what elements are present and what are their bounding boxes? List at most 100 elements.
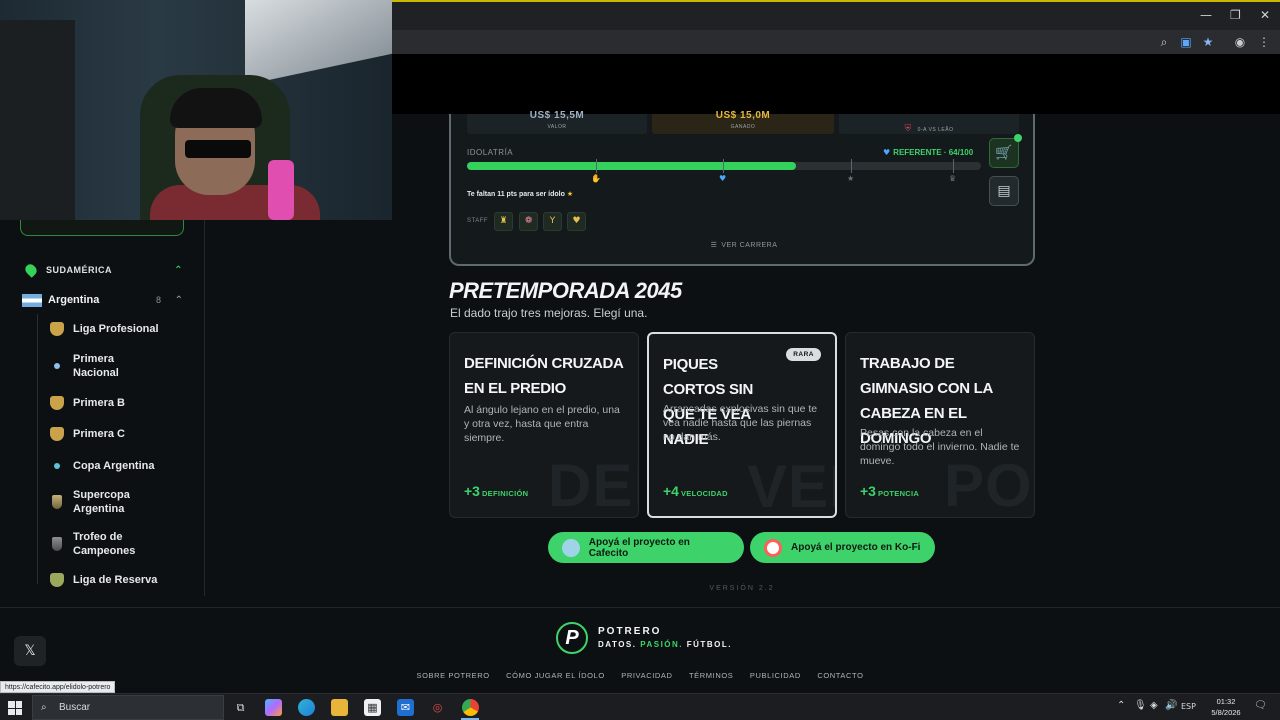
stat-label: 0-A VS LEÃO — [917, 127, 954, 133]
star-icon: ★ — [566, 190, 574, 198]
potrero-logo[interactable]: P — [556, 622, 588, 654]
trophy-icon — [52, 495, 62, 509]
kofi-support-button[interactable]: Apoyá el proyecto en Ko-Fi — [750, 532, 935, 563]
stat-valor: US$ 15,5M VALOR — [467, 110, 647, 134]
sidebar-item-supercopa-argentina[interactable]: Supercopa Argentina — [50, 488, 190, 516]
club-crest-icon: ⛨ — [904, 124, 912, 134]
staff-fitness-icon[interactable]: Y — [543, 212, 562, 231]
x-social-button[interactable]: 𝕏 — [14, 636, 46, 666]
task-view-icon[interactable]: ⧉ — [232, 699, 249, 716]
search-icon: ⌕ — [41, 702, 47, 713]
webcam-microphone — [268, 160, 294, 220]
page-top-band — [392, 54, 1280, 114]
copilot-icon[interactable] — [265, 699, 282, 716]
sidebar-item-liga-profesional[interactable]: Liga Profesional — [50, 322, 190, 336]
edge-icon[interactable] — [298, 699, 315, 716]
argentina-flag-icon — [22, 293, 42, 307]
shop-cart-button[interactable]: 🛒 — [989, 134, 1022, 168]
close-window-button[interactable]: ✕ — [1260, 8, 1270, 22]
network-icon[interactable]: ◈ — [1150, 700, 1158, 711]
webcam-shelf — [0, 20, 75, 220]
clock-date: 5/8/2026 — [1211, 708, 1241, 717]
sidebar-item-copa-argentina[interactable]: Copa Argentina — [50, 459, 190, 473]
upgrade-card-potencia[interactable]: POT TRABAJO DE GIMNASIO CON LA CABEZA EN… — [845, 332, 1035, 518]
cafecito-support-label: Apoyá el proyecto en Cafecito — [588, 536, 690, 559]
idolatria-label: IDOLATRÍA — [467, 148, 514, 157]
windows-taskbar: ⌕ Buscar ⧉ ▦ ✉ ◎ ⌃ 🎙 ◈ 🔊 ESP 01:32 5/8/2… — [0, 693, 1280, 720]
sidebar-item-label: Trofeo de Campeones — [73, 531, 136, 557]
webcam-person-glasses — [185, 140, 251, 158]
card-title: DEFINICIÓN CRUZADA EN EL PREDIO — [464, 355, 624, 397]
sidebar-country-label: Argentina — [48, 294, 100, 306]
menu-icon[interactable]: ⋮ — [1256, 34, 1272, 50]
points-message-text: Te faltan 11 pts para ser ídolo — [467, 191, 565, 198]
taskbar-clock[interactable]: 01:32 5/8/2026 — [1206, 696, 1246, 718]
chevron-up-icon: ⌃ — [174, 294, 183, 306]
footer-link-contacto[interactable]: CONTACTO — [817, 671, 863, 680]
card-stat-label: DEFINICIÓN — [481, 489, 529, 498]
sidebar-region-label: SUDAMÉRICA — [46, 265, 113, 275]
webcam-person-hair — [170, 88, 262, 128]
footer-link-privacidad[interactable]: PRIVACIDAD — [621, 671, 672, 680]
kofi-cup-icon — [764, 538, 782, 557]
file-explorer-icon[interactable] — [331, 699, 348, 716]
cafecito-support-button[interactable]: Apoyá el proyecto en Cafecito — [548, 532, 744, 563]
ver-carrera-label: VER CARRERA — [721, 242, 778, 249]
sidebar-item-label: Primera B — [73, 397, 125, 409]
microphone-icon[interactable]: 🎙 — [1134, 700, 1147, 711]
progress-tick — [851, 159, 852, 173]
pretemporada-subtitle: El dado trajo tres mejoras. Elegí una. — [450, 306, 648, 320]
mail-icon[interactable]: ✉ — [397, 699, 414, 716]
sidebar-country-argentina[interactable]: Argentina 8 ⌃ — [22, 290, 187, 310]
tagline-word: FÚTBOL. — [686, 640, 732, 649]
sidebar-item-primera-nacional[interactable]: Primera Nacional — [50, 352, 190, 380]
ver-carrera-link[interactable]: ☰ VER CARRERA — [451, 241, 1037, 249]
league-dot-icon — [54, 463, 60, 469]
profile-icon[interactable]: ◉ — [1232, 34, 1248, 50]
sidebar-item-label: Primera Nacional — [73, 353, 119, 379]
footer-link-como-jugar[interactable]: CÓMO JUGAR EL ÍDOLO — [506, 671, 605, 680]
league-shield-icon — [50, 396, 64, 410]
stat-value: US$ 15,5M — [529, 110, 585, 121]
volume-icon[interactable]: 🔊 — [1165, 700, 1177, 711]
zoom-icon[interactable]: ⌕ — [1156, 34, 1172, 50]
restore-button[interactable]: ❐ — [1230, 8, 1241, 22]
tray-chevron-icon[interactable]: ⌃ — [1117, 700, 1125, 711]
sidebar-item-primera-c[interactable]: Primera C — [50, 427, 190, 441]
footer-link-sobre[interactable]: SOBRE POTRERO — [416, 671, 489, 680]
footer-link-publicidad[interactable]: PUBLICIDAD — [750, 671, 801, 680]
staff-brain-icon[interactable]: ❁ — [519, 212, 538, 231]
extension-icon[interactable]: ▣ — [1178, 34, 1194, 50]
upgrade-card-definicion[interactable]: DEF DEFINICIÓN CRUZADA EN EL PREDIO Al á… — [449, 332, 639, 518]
bookmark-star-icon[interactable]: ★ — [1200, 34, 1216, 50]
webcam-overlay — [0, 0, 392, 220]
footer-brand: POTRERO — [598, 626, 662, 637]
sidebar-item-trofeo-de-campeones[interactable]: Trofeo de Campeones — [50, 530, 190, 558]
clock-time: 01:32 — [1216, 697, 1236, 706]
staff-heart-icon[interactable]: ♥ — [567, 212, 586, 231]
taskbar-search-placeholder: Buscar — [59, 702, 91, 713]
minimize-button[interactable]: — — [1200, 8, 1212, 22]
card-bonus: +3 — [860, 483, 876, 499]
staff-physio-icon[interactable]: ♜ — [494, 212, 513, 231]
card-stat: +4 VELOCIDAD — [663, 483, 728, 499]
card-stat-label: POTENCIA — [877, 489, 920, 498]
footer-links: SOBRE POTRERO CÓMO JUGAR EL ÍDOLO PRIVAC… — [0, 665, 1280, 683]
language-indicator[interactable]: ESP — [1181, 702, 1196, 711]
notifications-icon[interactable]: 🗨 — [1254, 700, 1267, 711]
stat-label: GANADO — [730, 124, 756, 130]
sidebar-region-sudamerica[interactable]: SUDAMÉRICA ⌃ — [22, 260, 187, 280]
sidebar-item-primera-b[interactable]: Primera B — [50, 396, 190, 410]
windows-start-icon[interactable] — [8, 701, 22, 715]
league-shield-icon — [50, 427, 64, 441]
footer-link-terminos[interactable]: TÉRMINOS — [689, 671, 733, 680]
chrome-icon[interactable] — [462, 699, 479, 716]
upgrade-card-velocidad[interactable]: VEL PIQUES CORTOS SIN QUE TE VEA NADIE R… — [647, 332, 837, 518]
idol-milestone-icon: ♛ — [949, 174, 957, 183]
heart-milestone-icon: ♥ — [719, 174, 727, 183]
clipboard-button[interactable]: ▤ — [989, 176, 1019, 206]
media-app-icon[interactable]: ◎ — [429, 699, 446, 716]
store-icon[interactable]: ▦ — [364, 699, 381, 716]
taskbar-search[interactable]: ⌕ Buscar — [32, 695, 224, 720]
sidebar-item-liga-de-reserva[interactable]: Liga de Reserva — [50, 573, 190, 587]
